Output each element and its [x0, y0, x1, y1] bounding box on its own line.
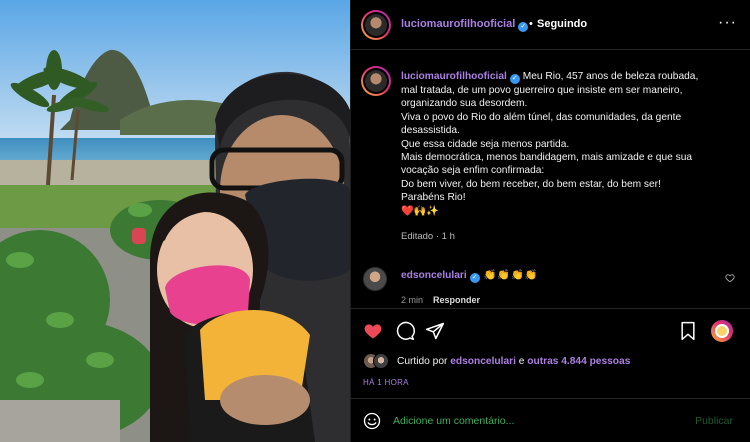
- comment-heart-icon[interactable]: [725, 273, 735, 283]
- following-button[interactable]: Seguindo: [537, 18, 587, 30]
- caption-line: Do bem viver, do bem receber, do bem est…: [401, 178, 661, 190]
- caption-line: mal tratada, de um povo guerreiro que in…: [401, 85, 683, 96]
- more-icon[interactable]: ···: [718, 14, 737, 32]
- caption-line: Que essa cidade seja menos partida.: [401, 138, 570, 150]
- photo-illustration: [0, 0, 350, 442]
- post-header: luciomaurofilhooficial ✓ • Seguindo ···: [351, 0, 750, 50]
- profile-shortcut-icon[interactable]: [711, 320, 733, 342]
- emoji-icon[interactable]: [363, 412, 381, 430]
- caption-edited-meta: Editado · 1 h: [401, 231, 455, 243]
- caption-line: Parabéns Rio!: [401, 192, 466, 204]
- comment-text: edsoncelulari ✓ 👏👏👏👏: [401, 270, 538, 283]
- add-comment-bar: Publicar: [351, 398, 750, 442]
- post-photo[interactable]: [0, 0, 350, 442]
- likes-conj: e: [518, 356, 525, 367]
- likes-text: Curtido por edsoncelulari e outras 4.844…: [397, 356, 630, 367]
- verified-icon: ✓: [509, 74, 520, 84]
- author-username[interactable]: luciomaurofilhooficial: [401, 18, 515, 30]
- author-username-row[interactable]: luciomaurofilhooficial ✓: [401, 18, 529, 32]
- likes-others[interactable]: outras 4.844 pessoas: [527, 356, 630, 367]
- liker-avatar: [373, 353, 389, 369]
- caption-line: vocação seja enfim confirmada:: [401, 165, 545, 177]
- post-timestamp[interactable]: HÁ 1 HORA: [363, 378, 409, 387]
- verified-icon: ✓: [469, 273, 480, 283]
- caption-line: Viva o povo do Rio do além túnel, das co…: [401, 111, 682, 123]
- post-caption: luciomaurofilhooficial ✓ Meu Rio, 457 ano…: [401, 70, 731, 243]
- instagram-post-view: luciomaurofilhooficial ✓ • Seguindo ··· l…: [0, 0, 750, 442]
- publish-button[interactable]: Publicar: [695, 415, 733, 427]
- comment-icon[interactable]: [395, 321, 415, 341]
- author-avatar[interactable]: [361, 10, 391, 40]
- likes-summary[interactable]: Curtido por edsoncelulari e outras 4.844…: [363, 353, 743, 371]
- caption-author-username[interactable]: luciomaurofilhooficial: [401, 71, 507, 82]
- verified-icon: ✓: [518, 22, 529, 32]
- commenter-username[interactable]: edsoncelulari: [401, 270, 467, 281]
- comment-input[interactable]: [393, 413, 673, 429]
- comment-item: edsoncelulari ✓ 👏👏👏👏 2 min Responder: [351, 264, 750, 308]
- share-icon[interactable]: [425, 321, 445, 341]
- reply-button[interactable]: Responder: [433, 295, 480, 305]
- bookmark-icon[interactable]: [679, 321, 697, 341]
- caption-emoji-line: ❤️🙌✨: [401, 205, 440, 217]
- caption-line: Mais democrática, menos bandidagem, mais…: [401, 152, 693, 164]
- comments-section: luciomaurofilhooficial ✓ Meu Rio, 457 ano…: [351, 52, 750, 308]
- likes-prefix: Curtido por: [397, 356, 448, 367]
- comment-age: 2 min: [401, 295, 424, 305]
- comment-meta: 2 min Responder: [401, 295, 480, 305]
- header-separator: •: [529, 18, 533, 30]
- heart-icon[interactable]: [363, 321, 383, 341]
- commenter-avatar[interactable]: [363, 267, 387, 291]
- comment-body: 👏👏👏👏: [483, 270, 539, 281]
- caption-line: Meu Rio, 457 anos de beleza roubada,: [522, 71, 699, 82]
- caption-author-avatar[interactable]: [361, 66, 391, 96]
- post-details-panel: luciomaurofilhooficial ✓ • Seguindo ··· l…: [350, 0, 750, 442]
- caption-line: organizando sua desordem.: [401, 98, 528, 110]
- liker-username[interactable]: edsoncelulari: [450, 356, 516, 367]
- caption-line: desassistida.: [401, 125, 460, 137]
